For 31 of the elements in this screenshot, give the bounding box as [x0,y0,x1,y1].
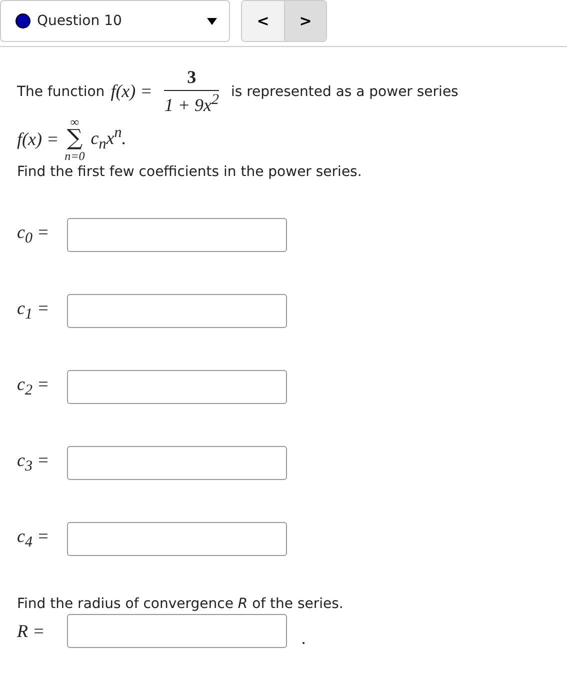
sum-lower-limit: n=0 [64,150,85,162]
radius-label: R = [17,620,46,642]
answer-field[interactable] [67,294,287,328]
period-text: . [301,628,306,648]
coefficient-label: c$_{3}$ = [17,450,50,476]
sum-sign: ∑ [66,128,83,150]
intro-text: The function [17,84,105,100]
answer-field[interactable] [67,218,287,252]
intro-text: is represented as a power series [230,84,458,100]
fraction-denominator: 1 + 9x$^{2}$ [164,91,219,116]
question-label: Question 10 [37,13,123,29]
answer-field[interactable] [67,446,287,480]
series-term: c$_{n}$x$^{n}$. [90,124,126,154]
coefficient-label: c$_{1}$ = [17,298,50,324]
caret-icon [207,18,217,24]
question-select[interactable]: Question 10 [0,0,230,42]
next-button[interactable]: > [284,1,326,41]
fraction-numerator: 3 [164,67,219,91]
sum-upper-limit: ∞ [70,116,79,128]
coefficient-label: c$_{0}$ = [17,222,50,248]
answer-field[interactable] [67,614,287,648]
answer-field[interactable] [67,522,287,556]
radius-prompt: Find the radius of convergence R of the series. [17,596,344,612]
status-dot-icon [15,13,31,29]
function-lhs: f(x) = [110,81,152,102]
coefficient-label: c$_{2}$ = [17,374,50,400]
coefficient-label: c$_{4}$ = [17,526,50,552]
series-lhs: f(x) = [17,128,59,150]
previous-button[interactable]: < [242,1,284,41]
answer-field[interactable] [67,370,287,404]
instruction-text: Find the first few coefficients in the power series. [17,164,363,180]
